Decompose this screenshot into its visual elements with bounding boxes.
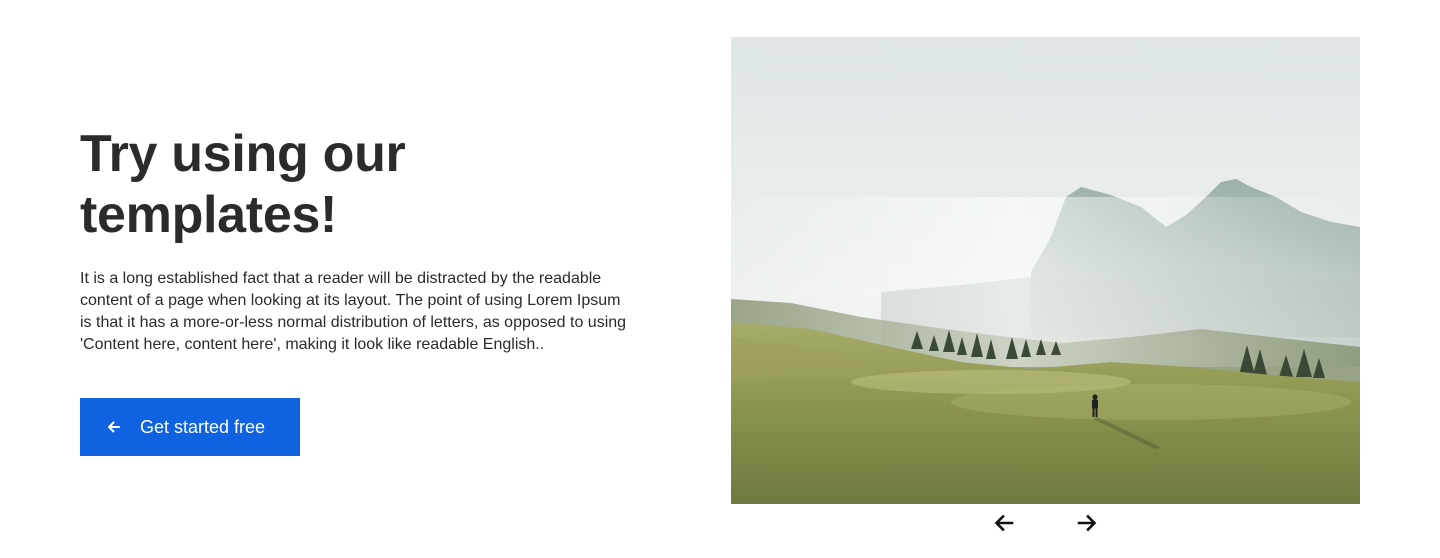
hero-description: It is a long established fact that a rea… [80,270,627,353]
carousel-next-button[interactable] [1075,512,1099,534]
get-started-label: Get started free [140,416,266,437]
arrow-left-icon [106,419,122,435]
hero-title: Try using our templates! [80,125,406,244]
hero-text-block: Try using our templates! It is a long es… [80,124,640,356]
get-started-button[interactable]: Get started free [80,398,300,456]
arrow-right-icon [1077,514,1097,532]
hero-section: Try using our templates! It is a long es… [0,0,1440,558]
arrow-left-icon [994,514,1014,532]
carousel-prev-button[interactable] [992,512,1016,534]
hero-image [731,37,1360,504]
